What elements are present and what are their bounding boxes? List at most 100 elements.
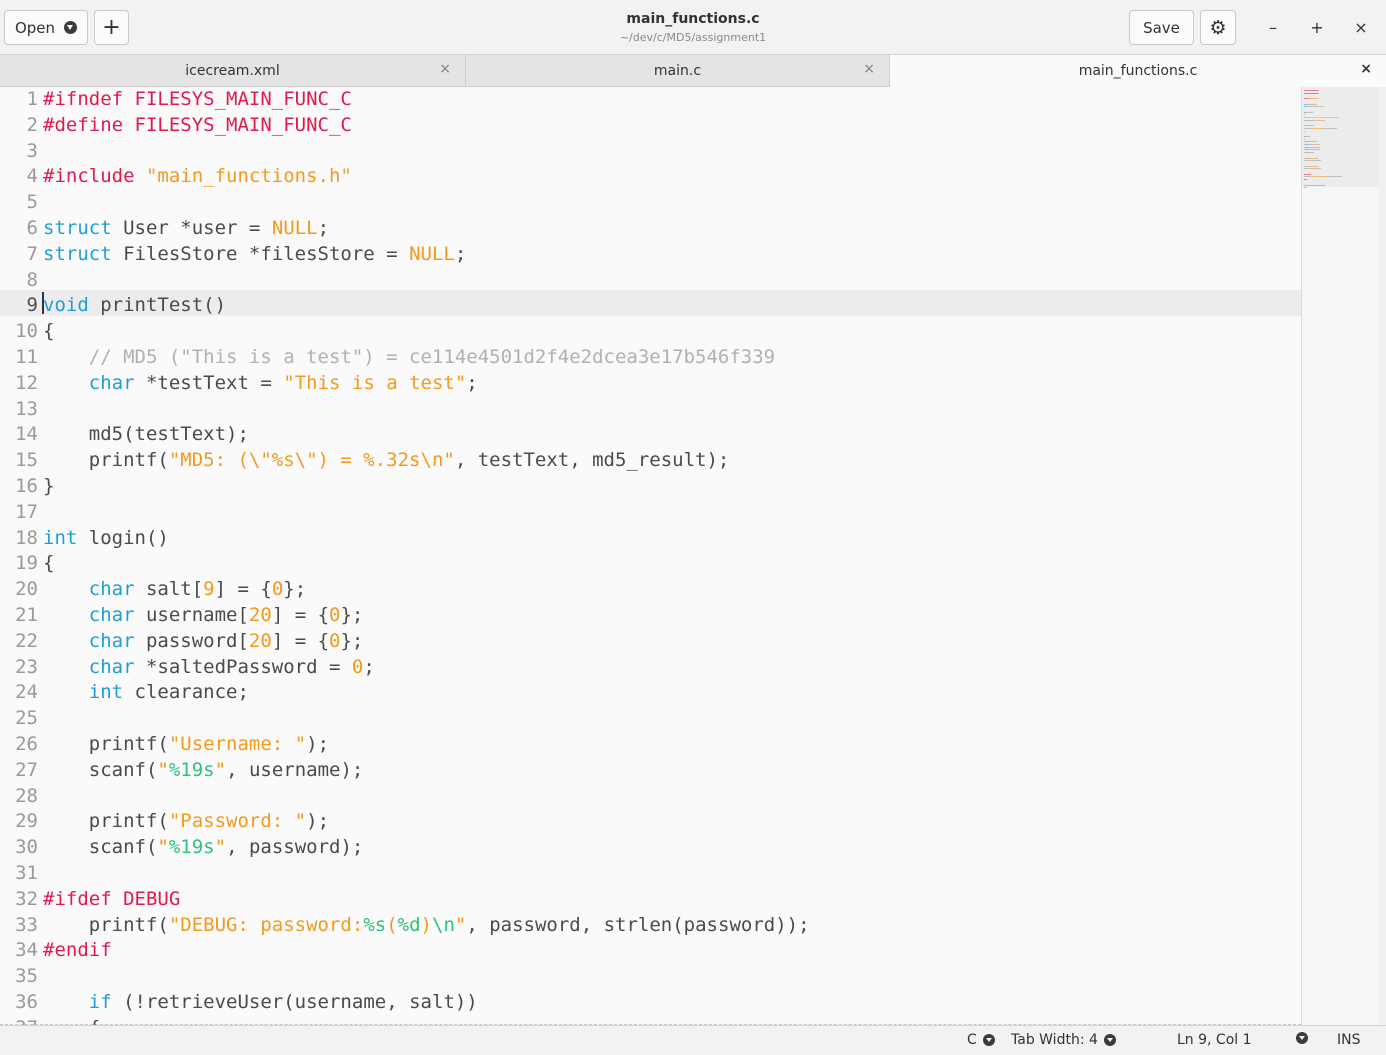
code-line[interactable]: 19{ bbox=[0, 550, 54, 576]
line-number: 3 bbox=[26, 139, 38, 162]
code-line[interactable]: 8 bbox=[0, 267, 43, 293]
code-line[interactable]: 9 void printTest() bbox=[0, 292, 227, 318]
code-token: password[ bbox=[134, 629, 249, 652]
cursor-position-label: Ln 9, Col 1 bbox=[1177, 1032, 1252, 1048]
tab-close-icon[interactable]: × bbox=[439, 61, 451, 77]
language-selector[interactable]: C bbox=[967, 1032, 995, 1048]
code-token: ] = { bbox=[271, 604, 330, 626]
code-token: "Password: " bbox=[168, 810, 307, 833]
header-bar: Open + main_functions.c ~/dev/c/MD5/assi… bbox=[0, 0, 1386, 55]
code-line[interactable]: 2 #define FILESYS_MAIN_FUNC_C bbox=[0, 112, 352, 138]
code-line[interactable]: 27 scanf("%19s", username); bbox=[0, 757, 363, 783]
code-line[interactable]: 1 #ifndef FILESYS_MAIN_FUNC_C bbox=[0, 87, 352, 112]
code-line[interactable]: 24 int clearance; bbox=[0, 679, 249, 705]
code-editor[interactable]: 1 #ifndef FILESYS_MAIN_FUNC_C 2 #define FIL… bbox=[0, 87, 1301, 1025]
tab-main-c[interactable]: main.c × bbox=[466, 55, 890, 86]
code-line[interactable]: 3 bbox=[0, 138, 43, 164]
code-line[interactable]: 14 md5(testText); bbox=[0, 421, 249, 447]
code-text: md5(testText); bbox=[43, 423, 249, 445]
tab-icecream-xml[interactable]: icecream.xml × bbox=[0, 55, 466, 86]
code-token: }; bbox=[283, 578, 307, 601]
line-number: 11 bbox=[15, 346, 38, 368]
minimap-stroke bbox=[1307, 106, 1321, 108]
code-line[interactable]: 11 // MD5 ("This is a test") = ce114e450… bbox=[0, 344, 775, 370]
chevron-down-icon bbox=[982, 1034, 995, 1046]
minimap-stroke bbox=[1306, 135, 1310, 137]
tab-close-icon[interactable]: × bbox=[1360, 61, 1372, 77]
code-token: #ifdef DEBUG bbox=[43, 887, 181, 910]
line-number: 19 bbox=[15, 552, 38, 575]
code-token: struct bbox=[43, 217, 112, 239]
settings-button[interactable]: ⚙ bbox=[1200, 10, 1236, 45]
code-token: " bbox=[157, 758, 169, 781]
code-token: char bbox=[88, 655, 135, 678]
position-menu-button[interactable] bbox=[1290, 1032, 1308, 1044]
code-line[interactable]: 22 char password[20] = {0}; bbox=[0, 628, 363, 654]
code-token: ); bbox=[306, 733, 330, 755]
code-token: char bbox=[88, 604, 135, 626]
line-number: 21 bbox=[15, 604, 38, 626]
minimap[interactable] bbox=[1301, 87, 1379, 1025]
tab-main-functions-c[interactable]: main_functions.c × bbox=[890, 55, 1386, 87]
code-line[interactable]: 34 #endif bbox=[0, 937, 112, 963]
code-line[interactable]: 21 char username[20] = {0}; bbox=[0, 602, 363, 628]
code-text: printf("Password: "); bbox=[43, 810, 329, 832]
cursor-position: Ln 9, Col 1 bbox=[1177, 1032, 1252, 1048]
code-line[interactable]: 15 printf("MD5: (\"%s\") = %.32s\n", tes… bbox=[0, 447, 729, 473]
insert-mode-indicator[interactable]: INS bbox=[1337, 1032, 1361, 1048]
code-line[interactable]: 30 scanf("%19s", password); bbox=[0, 834, 363, 860]
tab-close-icon[interactable]: × bbox=[863, 61, 875, 77]
code-line[interactable]: 26 printf("Username: "); bbox=[0, 731, 329, 757]
code-line[interactable]: 7 struct FilesStore *filesStore = NULL; bbox=[0, 241, 467, 267]
code-line[interactable]: 4 #include "main_functions.h" bbox=[0, 163, 352, 189]
code-token: char bbox=[88, 371, 135, 394]
minimize-icon: – bbox=[1269, 17, 1277, 37]
code-token: "Username: " bbox=[168, 733, 307, 755]
code-line[interactable]: 12 char *testText = "This is a test"; bbox=[0, 370, 478, 396]
code-line[interactable]: 33 printf("DEBUG: password:%s(%d)\n", pa… bbox=[0, 912, 810, 938]
code-line[interactable]: 10{ bbox=[0, 318, 54, 344]
minimap-stroke bbox=[1316, 103, 1317, 105]
code-line[interactable]: 5 bbox=[0, 189, 43, 215]
tab-width-selector[interactable]: Tab Width: 4 bbox=[1011, 1032, 1116, 1048]
save-button[interactable]: Save bbox=[1129, 10, 1194, 45]
code-line[interactable]: 25 bbox=[0, 705, 43, 731]
scrollbar-track[interactable] bbox=[1379, 87, 1386, 1025]
code-line[interactable]: 32 #ifdef DEBUG bbox=[0, 886, 180, 912]
code-line[interactable]: 20 char salt[9] = {0}; bbox=[0, 576, 306, 602]
line-number: 16 bbox=[15, 475, 38, 497]
code-token: int bbox=[43, 526, 78, 549]
close-window-button[interactable]: × bbox=[1348, 14, 1374, 40]
maximize-button[interactable]: + bbox=[1304, 14, 1330, 40]
code-line[interactable]: 29 printf("Password: "); bbox=[0, 808, 329, 834]
minimize-button[interactable]: – bbox=[1260, 14, 1286, 40]
code-text: #ifdef DEBUG bbox=[43, 888, 180, 910]
code-line[interactable]: 36 if (!retrieveUser(username, salt)) bbox=[0, 989, 478, 1015]
code-text: char *saltedPassword = 0; bbox=[43, 656, 375, 678]
code-token: , testText, md5_result); bbox=[454, 449, 730, 472]
code-text: #include "main_functions.h" bbox=[43, 165, 352, 187]
code-token: 9 bbox=[203, 578, 215, 601]
line-number: 24 bbox=[15, 681, 38, 704]
code-line[interactable]: 37 { bbox=[0, 1015, 100, 1025]
code-token: // MD5 ("This is a test") = ce114e4501d2… bbox=[88, 346, 776, 368]
code-line[interactable]: 17 bbox=[0, 499, 43, 525]
code-line[interactable]: 28 bbox=[0, 783, 43, 809]
code-token: md5(testText); bbox=[43, 423, 249, 446]
code-line[interactable]: 31 bbox=[0, 860, 43, 886]
code-line[interactable]: 35 bbox=[0, 963, 43, 989]
minimap-stroke bbox=[1315, 119, 1324, 121]
code-token: , password, strlen(password)); bbox=[466, 913, 810, 936]
code-line[interactable]: 18 int login() bbox=[0, 525, 169, 551]
code-line[interactable]: 23 char *saltedPassword = 0; bbox=[0, 654, 375, 680]
code-line[interactable]: 13 bbox=[0, 396, 43, 422]
code-line[interactable]: 16} bbox=[0, 473, 54, 499]
line-number: 14 bbox=[15, 423, 38, 446]
minimap-viewport[interactable] bbox=[1302, 87, 1379, 187]
code-line[interactable]: 6 struct User *user = NULL; bbox=[0, 215, 329, 241]
minimap-stroke bbox=[1325, 176, 1342, 178]
code-token: if bbox=[88, 991, 112, 1013]
